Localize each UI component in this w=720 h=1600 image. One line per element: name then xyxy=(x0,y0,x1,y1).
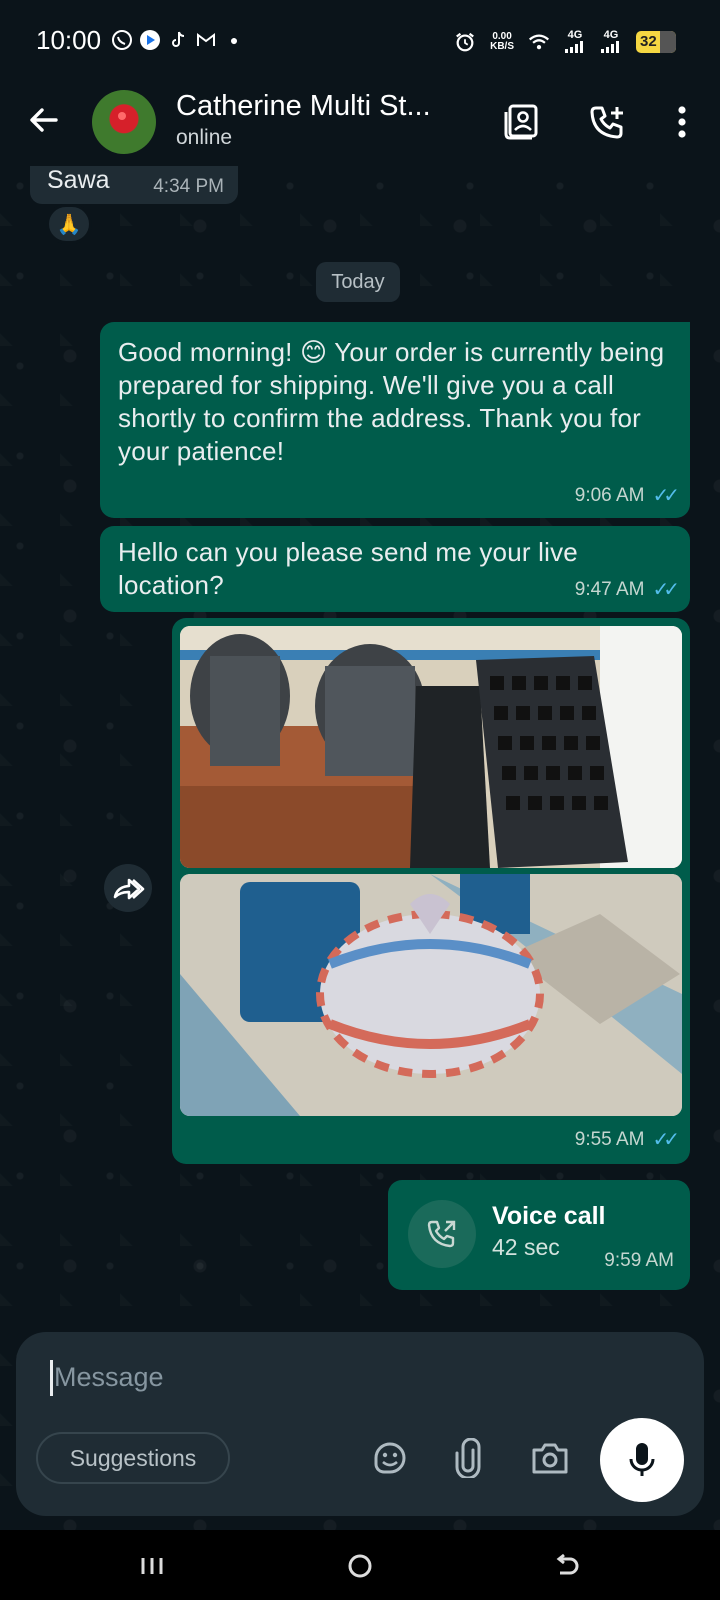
message-time: 9:55 AM xyxy=(574,1128,645,1150)
call-duration: 42 sec xyxy=(492,1234,560,1260)
message-meta: 9:59 AM xyxy=(604,1250,674,1272)
attach-icon[interactable] xyxy=(446,1436,490,1480)
outgoing-message[interactable]: Good morning! 😊 Your order is currently … xyxy=(100,322,690,518)
notification-icons: ● xyxy=(111,29,245,51)
add-call-icon[interactable] xyxy=(588,102,628,142)
gmail-icon xyxy=(195,29,217,51)
sticker-icon[interactable] xyxy=(368,1436,412,1480)
message-input[interactable] xyxy=(54,1354,554,1400)
mic-button[interactable] xyxy=(600,1418,684,1502)
outgoing-photo-message[interactable]: 9:55 AM ✓✓ xyxy=(172,618,690,1164)
back-icon[interactable] xyxy=(545,1544,589,1588)
contact-card-icon[interactable] xyxy=(502,102,542,142)
message-composer: Suggestions xyxy=(16,1332,704,1516)
date-divider: Today xyxy=(316,262,400,302)
back-arrow-icon[interactable] xyxy=(26,102,62,138)
chat-area[interactable]: Sawa 4:34 PM 🙏 Today Good morning! 😊 You… xyxy=(0,166,720,1531)
dot-icon: ● xyxy=(229,32,239,48)
photo-wrapped-package[interactable] xyxy=(180,874,682,1116)
camera-icon[interactable] xyxy=(528,1436,572,1480)
whatsapp-icon xyxy=(111,29,133,51)
contact-status: online xyxy=(176,126,233,149)
reaction-badge[interactable]: 🙏 xyxy=(46,204,92,244)
wifi-icon xyxy=(528,31,550,53)
read-ticks-icon: ✓✓ xyxy=(652,485,679,507)
message-meta: 9:06 AM ✓✓ xyxy=(574,483,680,508)
app-icon xyxy=(139,29,161,51)
signal-4g-2: 4G xyxy=(600,30,622,53)
message-meta: 9:47 AM ✓✓ xyxy=(574,577,680,602)
read-ticks-icon: ✓✓ xyxy=(652,1129,679,1151)
read-ticks-icon: ✓✓ xyxy=(652,579,679,601)
message-time: 9:47 AM xyxy=(574,578,645,600)
chat-header: Catherine Multi St... online xyxy=(0,80,720,166)
system-icons: 0.00 KB/S 4G 4G 32 xyxy=(454,30,676,53)
contact-name[interactable]: Catherine Multi St... xyxy=(176,90,431,123)
signal-4g-1: 4G xyxy=(564,30,586,53)
message-time: 9:59 AM xyxy=(604,1250,674,1271)
forward-icon[interactable] xyxy=(104,864,152,912)
message-text: Sawa xyxy=(47,166,110,194)
outgoing-message[interactable]: Hello can you please send me your live l… xyxy=(100,526,690,612)
more-options-icon[interactable] xyxy=(662,102,702,142)
photo-seed-trays[interactable] xyxy=(180,626,682,868)
avatar[interactable] xyxy=(92,90,156,154)
tiktok-icon xyxy=(167,29,189,51)
microphone-icon xyxy=(629,1443,655,1476)
battery-indicator: 32 xyxy=(636,30,676,53)
incoming-message[interactable]: Sawa 4:34 PM xyxy=(30,166,238,204)
message-time: 9:06 AM xyxy=(574,484,645,506)
suggestions-button[interactable]: Suggestions xyxy=(36,1432,230,1484)
status-time: 10:00 xyxy=(36,24,102,55)
network-speed: 0.00 KB/S xyxy=(490,30,514,52)
message-time: 4:34 PM xyxy=(153,176,224,197)
voice-call-message[interactable]: Voice call 42 sec 9:59 AM xyxy=(388,1180,690,1290)
home-icon[interactable] xyxy=(338,1544,382,1588)
message-meta: 9:55 AM ✓✓ xyxy=(574,1127,680,1152)
text-caret xyxy=(50,1360,53,1396)
call-title: Voice call xyxy=(492,1202,606,1230)
status-bar: 10:00 ● 0.00 KB/S 4G 4G 32 xyxy=(0,0,720,80)
alarm-icon xyxy=(454,31,476,53)
system-nav-bar xyxy=(0,1530,720,1600)
message-text: Good morning! 😊 Your order is currently … xyxy=(118,337,665,466)
outgoing-call-icon xyxy=(408,1200,476,1268)
recent-apps-icon[interactable] xyxy=(130,1544,174,1588)
